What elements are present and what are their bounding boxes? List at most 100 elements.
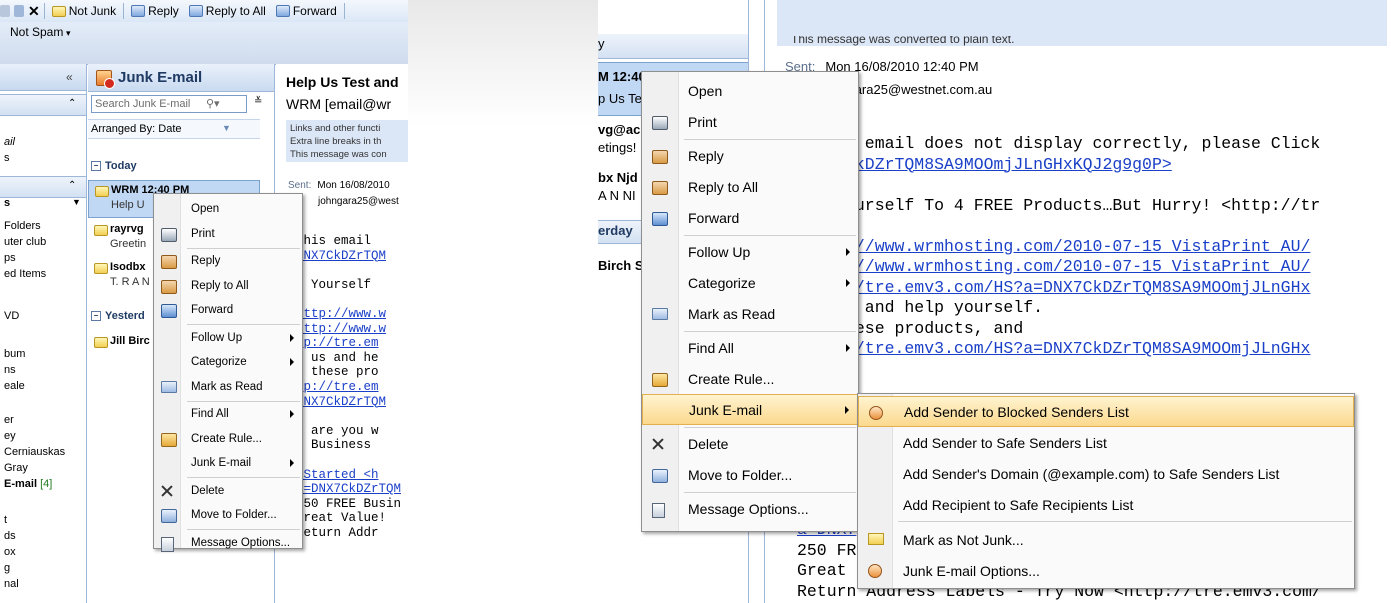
menu-item-delete[interactable]: Delete	[154, 479, 302, 504]
body-line[interactable]: //tre.emv3.com/HS?a=DNX7CkDZrTQM8SA9MOOm…	[845, 339, 1320, 360]
arranged-by-header[interactable]: y	[598, 34, 748, 59]
envelope-icon	[94, 225, 108, 236]
menu-item-message-options[interactable]: Message Options...	[154, 531, 302, 556]
nav-item[interactable]: ail	[4, 136, 15, 148]
nav-item[interactable]: eale	[4, 380, 25, 392]
reply-button[interactable]: Reply	[128, 4, 182, 18]
nav-item[interactable]: Folders	[4, 220, 41, 232]
menu-item-open[interactable]: Open	[154, 197, 302, 222]
submenu-item-add-sender-to-blocked-senders-list[interactable]: Add Sender to Blocked Senders List	[858, 396, 1354, 427]
menu-item-follow-up[interactable]: Follow Up	[642, 236, 858, 267]
sort-arrow-icon[interactable]: ▼	[222, 123, 231, 133]
nav-item[interactable]: Gray	[4, 462, 28, 474]
menu-item-find-all[interactable]: Find All	[642, 332, 858, 363]
nav-band-mail[interactable]: ⌃	[0, 176, 86, 198]
search-input[interactable]: Search Junk E-mail ⚲▾	[91, 95, 247, 113]
group-header-yesterday[interactable]: − Yesterd	[91, 310, 145, 322]
menu-item-find-all[interactable]: Find All	[154, 402, 302, 427]
arranged-by-header[interactable]: Arranged By: Date ▼	[88, 119, 260, 139]
nav-item[interactable]: nal	[4, 578, 19, 590]
menu-item-follow-up[interactable]: Follow Up	[154, 326, 302, 351]
reply-all-button[interactable]: Reply to All	[186, 4, 269, 18]
body-line[interactable]: a=DNX7CkDZrTQM	[296, 482, 401, 497]
nav-item[interactable]: ox	[4, 546, 16, 558]
menu-item-forward[interactable]: Forward	[642, 202, 858, 233]
move-folder-icon	[652, 468, 668, 483]
nav-item[interactable]: s	[4, 197, 10, 209]
body-line[interactable]: tp://tre.em	[296, 380, 401, 395]
nav-item[interactable]: ps	[4, 252, 16, 264]
nav-item[interactable]: VD	[4, 310, 19, 322]
not-spam-button[interactable]: Not Spam	[10, 25, 63, 39]
nav-item[interactable]: s	[4, 152, 10, 164]
body-line: p us and he	[296, 350, 379, 365]
menu-item-mark-as-read[interactable]: Mark as Read	[154, 375, 302, 400]
info-bar[interactable]: This message was converted to plain text…	[777, 0, 1387, 46]
nav-item-junk-email[interactable]: E-mail [4]	[4, 478, 52, 490]
body-line[interactable]: Started <h	[296, 468, 401, 483]
body-line[interactable]: DNX7CkDZrTQM	[296, 249, 401, 264]
delete-icon	[161, 485, 173, 497]
expand-query-icon[interactable]: ≚	[254, 96, 262, 107]
not-junk-button[interactable]: Not Junk	[49, 4, 119, 18]
menu-item-junk-e-mail[interactable]: Junk E-mail	[154, 451, 302, 476]
menu-item-junk-e-mail[interactable]: Junk E-mail	[642, 394, 858, 425]
move-icon[interactable]	[14, 5, 24, 17]
menu-item-reply[interactable]: Reply	[642, 140, 858, 171]
menu-item-forward[interactable]: Forward	[154, 298, 302, 323]
nav-band-favorites[interactable]: ⌃	[0, 94, 86, 116]
submenu-item-junk-e-mail-options[interactable]: Junk E-mail Options...	[858, 555, 1354, 586]
nav-item[interactable]: uter club	[4, 236, 46, 248]
nav-item[interactable]: ds	[4, 530, 16, 542]
menu-item-categorize[interactable]: Categorize	[154, 350, 302, 375]
nav-item[interactable]: ed Items	[4, 268, 46, 280]
body-line: 250 FREE Busin	[296, 496, 402, 511]
menu-item-move-to-folder[interactable]: Move to Folder...	[154, 503, 302, 528]
body-line[interactable]: ://www.wrmhosting.com/2010-07-15_VistaPr…	[845, 237, 1320, 258]
search-icon[interactable]: ⚲▾	[206, 97, 220, 110]
menu-item-move-to-folder[interactable]: Move to Folder...	[642, 459, 858, 490]
nav-item[interactable]: ns	[4, 364, 16, 376]
body-line: Great Value!	[296, 511, 387, 526]
nav-item[interactable]: er	[4, 414, 14, 426]
group-header-today[interactable]: − Today	[91, 160, 137, 172]
menu-item-categorize[interactable]: Categorize	[642, 267, 858, 298]
menu-item-message-options[interactable]: Message Options...	[642, 493, 858, 524]
submenu-item-add-sender-to-safe-senders-list[interactable]: Add Sender to Safe Senders List	[858, 427, 1354, 458]
delete-icon[interactable]: ✕	[28, 3, 40, 20]
body-line: hese products, and	[845, 318, 1024, 338]
menu-item-print[interactable]: Print	[642, 106, 858, 137]
menu-item-print[interactable]: Print	[154, 222, 302, 247]
menu-item-reply-to-all[interactable]: Reply to All	[642, 171, 858, 202]
body-line[interactable]: tp://tre.em	[296, 336, 401, 351]
submenu-item-add-recipient-to-safe-recipients-list[interactable]: Add Recipient to Safe Recipients List	[858, 489, 1354, 520]
body-line[interactable]: DNX7CkDZrTQM	[296, 395, 401, 410]
nav-item[interactable]: g	[4, 562, 10, 574]
background-gradient	[408, 0, 598, 180]
menu-item-create-rule[interactable]: Create Rule...	[642, 363, 858, 394]
body-line[interactable]: //tre.emv3.com/HS?a=DNX7CkDZrTQM8SA9MOOm…	[845, 278, 1320, 299]
toolbar-overflow-icon[interactable]: ▾	[66, 28, 71, 39]
body-line[interactable]: CkDZrTQM8SA9MOOmjJLnGHxKQJ2g9g0P>	[845, 155, 1320, 176]
menu-item-create-rule[interactable]: Create Rule...	[154, 427, 302, 452]
forward-button[interactable]: Forward	[273, 4, 340, 18]
submenu-item-add-sender-s-domain-example-com-to-safe-senders-list[interactable]: Add Sender's Domain (@example.com) to Sa…	[858, 458, 1354, 489]
submenu-item-mark-as-not-junk[interactable]: Mark as Not Junk...	[858, 524, 1354, 555]
menu-item-mark-as-read[interactable]: Mark as Read	[642, 298, 858, 329]
menu-item-reply[interactable]: Reply	[154, 249, 302, 274]
menu-item-open[interactable]: Open	[642, 75, 858, 106]
nav-item[interactable]: Cerniauskas	[4, 446, 65, 458]
body-line[interactable]: http://www.w	[296, 307, 401, 322]
nav-item[interactable]: bum	[4, 348, 25, 360]
nav-item[interactable]: ey	[4, 430, 16, 442]
body-line[interactable]: http://www.w	[296, 322, 401, 337]
chevron-down-icon[interactable]: ▼	[72, 197, 81, 207]
message-options-icon	[161, 536, 174, 552]
nav-item[interactable]: t	[4, 514, 7, 526]
menu-item-delete[interactable]: Delete	[642, 428, 858, 459]
collapse-pane-icon[interactable]: «	[66, 70, 73, 84]
blocked-senders-icon	[869, 406, 883, 420]
print-icon[interactable]	[0, 5, 10, 17]
menu-item-reply-to-all[interactable]: Reply to All	[154, 274, 302, 299]
body-line[interactable]: ://www.wrmhosting.com/2010-07-15_VistaPr…	[845, 257, 1320, 278]
